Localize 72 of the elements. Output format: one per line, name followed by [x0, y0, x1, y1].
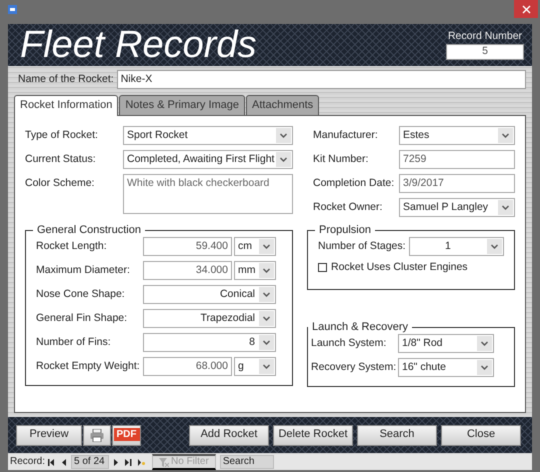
dropdown-field[interactable]: Samuel P Langley [399, 198, 515, 217]
dropdown-field[interactable]: Estes [399, 126, 515, 145]
button[interactable]: Preview [16, 424, 82, 446]
dropdown-field[interactable]: 1 [408, 237, 504, 256]
field-label: Maximum Diameter: [36, 263, 131, 277]
search-field[interactable]: Search [220, 455, 274, 469]
number-field[interactable]: 59.400 [143, 237, 232, 256]
dropdown-field[interactable]: Trapezodial [143, 309, 276, 328]
dropdown-field[interactable]: 8 [143, 333, 276, 352]
pdf-button[interactable]: PDF [112, 424, 141, 446]
dropdown-field[interactable]: g [234, 357, 276, 376]
app-icon [8, 5, 17, 14]
field-label: Number of Fins: [36, 335, 112, 349]
field-label: Type of Rocket: [25, 128, 99, 142]
tab[interactable]: Notes & Primary Image [119, 95, 246, 115]
field-label: Rocket Empty Weight: [36, 359, 141, 373]
field-label: Nose Cone Shape: [36, 287, 126, 301]
caret-icon [259, 335, 274, 350]
caret-icon [259, 287, 274, 302]
record-number-field[interactable]: 5 [446, 44, 524, 60]
field-label: General Fin Shape: [36, 311, 128, 325]
dropdown-field[interactable]: 16" chute [398, 358, 494, 377]
filter-icon [159, 458, 170, 466]
field-label: Rocket Length: [36, 239, 108, 253]
text-field[interactable]: 3/9/2017 [399, 174, 515, 193]
record-label: Record: [10, 456, 46, 468]
tab[interactable]: Attachments [246, 95, 320, 115]
dropdown-field[interactable]: Sport Rocket [123, 126, 293, 145]
caret-icon [259, 263, 274, 278]
text-field[interactable]: 7259 [399, 150, 515, 169]
dropdown-field[interactable]: mm [234, 261, 276, 280]
field-label: Recovery System: [311, 360, 398, 374]
field-label: Number of Stages: [318, 239, 407, 253]
field-label: Record Number [448, 30, 522, 43]
caret-icon [276, 152, 291, 167]
print-button[interactable] [83, 424, 111, 446]
field-label: Name of the Rocket: [18, 73, 114, 86]
dropdown-field[interactable]: cm [234, 237, 276, 256]
caret-icon [498, 128, 513, 143]
record-position-field[interactable]: 5 of 24 [71, 455, 110, 469]
caret-icon [498, 200, 513, 215]
field-label: Completion Date: [313, 176, 396, 190]
number-field[interactable]: 68.000 [143, 357, 232, 376]
field-label: Launch System: [311, 336, 388, 350]
dropdown-field[interactable]: Completed, Awaiting First Flight [123, 150, 293, 169]
caret-icon [477, 360, 492, 375]
close-icon [522, 4, 530, 14]
field-label: Color Scheme: [25, 176, 96, 190]
text-area[interactable]: White with black checkerboard [123, 174, 293, 214]
button[interactable]: Close [441, 424, 521, 446]
checkbox[interactable]: Rocket Uses Cluster Engines [318, 261, 504, 274]
caret-icon [276, 128, 291, 143]
field-label: Manufacturer: [313, 128, 379, 142]
button[interactable]: Search [357, 424, 437, 446]
field-label: Kit Number: [313, 152, 370, 166]
caret-icon [477, 336, 492, 351]
dropdown-field[interactable]: Conical [143, 285, 276, 304]
caret-icon [487, 239, 502, 254]
dropdown-field[interactable]: 1/8" Rod [398, 334, 494, 353]
text-field[interactable]: Nike-X [116, 70, 526, 89]
field-label: Current Status: [25, 152, 97, 166]
field-label: Rocket Owner: [313, 200, 384, 214]
caret-icon [259, 239, 274, 254]
caret-icon [259, 359, 274, 374]
form-title: Fleet Records [20, 24, 257, 66]
caret-icon [259, 311, 274, 326]
button[interactable]: Delete Rocket [273, 424, 353, 446]
button[interactable]: Add Rocket [189, 424, 269, 446]
tab[interactable]: Rocket Information [14, 95, 118, 116]
number-field[interactable]: 34.000 [143, 261, 232, 280]
printer-icon [90, 428, 104, 442]
close-button[interactable] [514, 0, 538, 18]
